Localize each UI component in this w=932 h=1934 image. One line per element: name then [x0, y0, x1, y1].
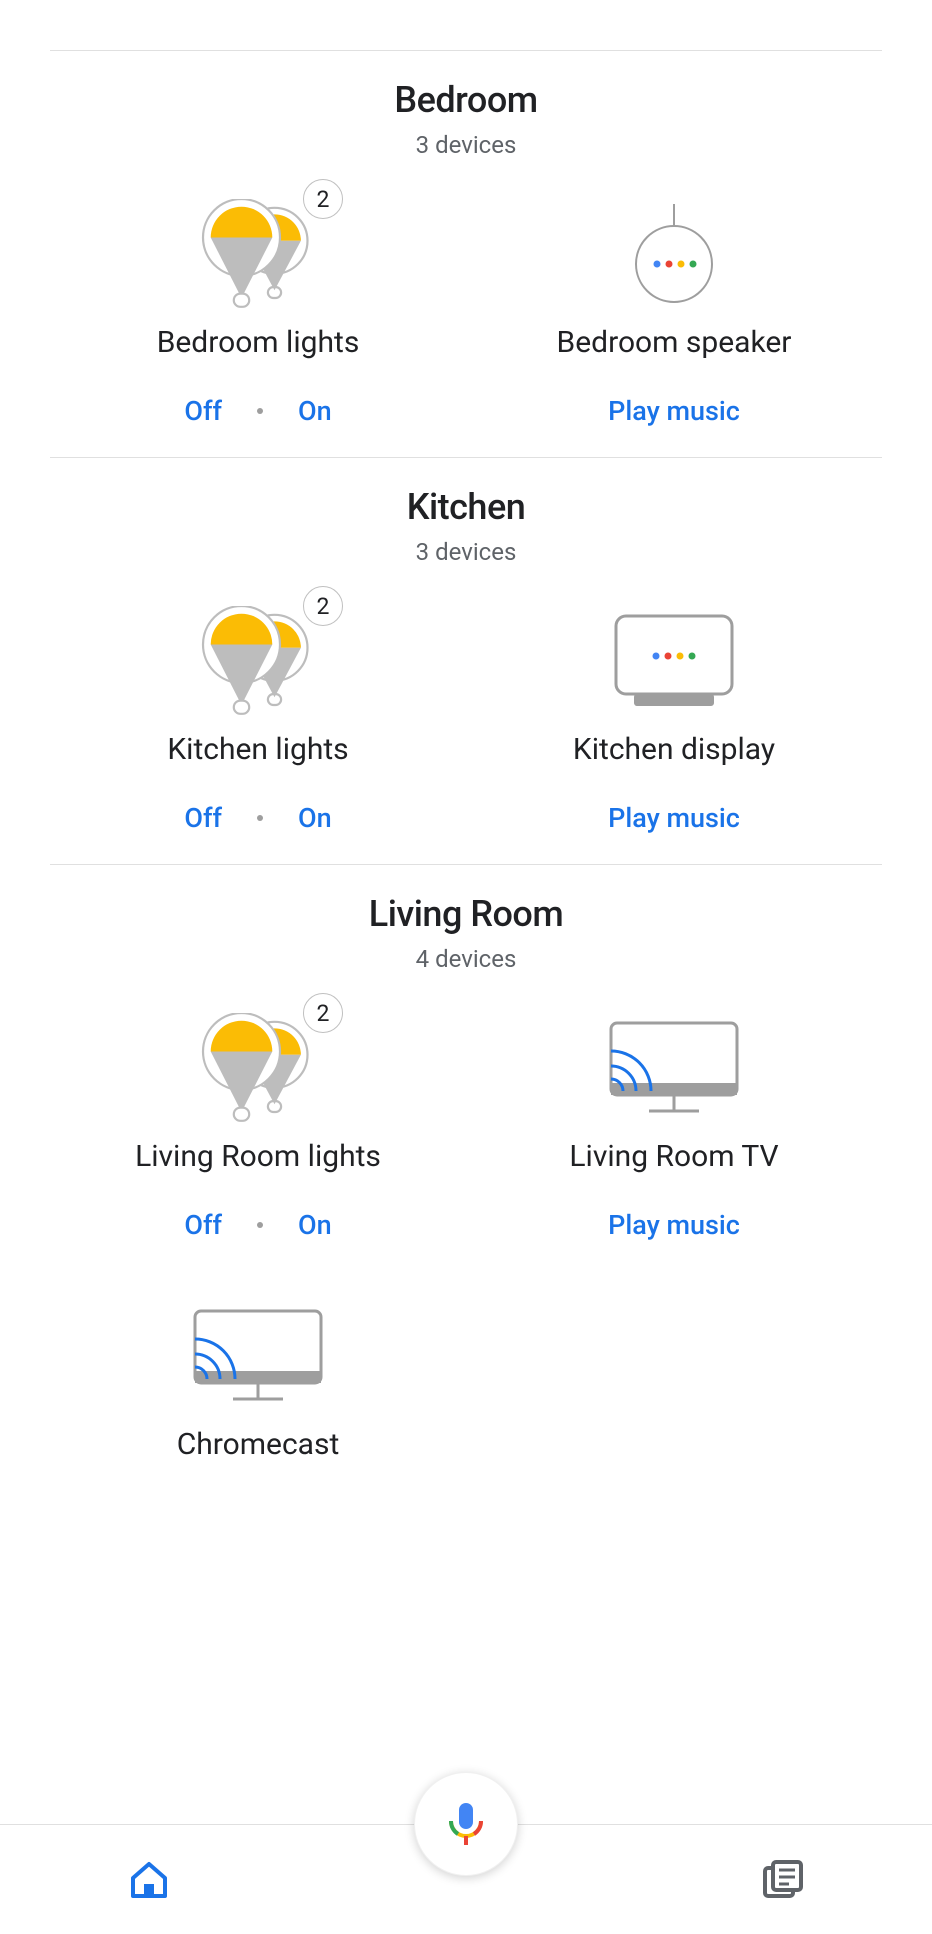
play-music-button[interactable]: Play music: [608, 395, 740, 427]
device-tile-living-room-lights[interactable]: 2 Living Room lights Off On: [50, 1003, 466, 1241]
room-subtitle: 4 devices: [50, 945, 882, 973]
bulb-group-icon: [198, 199, 318, 309]
device-name: Bedroom lights: [60, 325, 456, 360]
device-name: Kitchen lights: [60, 732, 456, 767]
cast-tv-icon: [193, 1309, 323, 1404]
room-section-kitchen: Kitchen 3 devices 2 Kitchen lights Off O…: [50, 458, 882, 864]
room-section-living-room: Living Room 4 devices 2 Living Room ligh…: [50, 865, 882, 1492]
room-title[interactable]: Bedroom: [50, 79, 882, 121]
bulb-group-icon: [198, 606, 318, 716]
feed-icon: [763, 1860, 803, 1900]
nav-home-button[interactable]: [119, 1850, 179, 1910]
device-tile-bedroom-speaker[interactable]: Bedroom speaker Play music: [466, 189, 882, 427]
on-button[interactable]: On: [263, 395, 367, 427]
room-title[interactable]: Living Room: [50, 893, 882, 935]
off-button[interactable]: Off: [149, 802, 257, 834]
nest-hub-icon: [614, 614, 734, 709]
empty-tile: [466, 1291, 882, 1462]
device-name: Chromecast: [60, 1427, 456, 1462]
google-mini-icon: [629, 199, 719, 309]
assistant-mic-button[interactable]: [414, 1772, 518, 1876]
off-button[interactable]: Off: [149, 395, 257, 427]
device-name: Bedroom speaker: [476, 325, 872, 360]
device-tile-chromecast[interactable]: Chromecast: [50, 1291, 466, 1462]
room-subtitle: 3 devices: [50, 538, 882, 566]
microphone-icon: [445, 1801, 487, 1847]
off-button[interactable]: Off: [149, 1209, 257, 1241]
home-icon: [129, 1860, 169, 1900]
device-count-badge: 2: [303, 179, 343, 219]
device-tile-kitchen-display[interactable]: Kitchen display Play music: [466, 596, 882, 834]
device-name: Kitchen display: [476, 732, 872, 767]
device-count-badge: 2: [303, 586, 343, 626]
cast-tv-icon: [609, 1021, 739, 1116]
room-subtitle: 3 devices: [50, 131, 882, 159]
device-count-badge: 2: [303, 993, 343, 1033]
room-section-bedroom: Bedroom 3 devices 2 Bedroom lights Off O…: [50, 51, 882, 457]
on-button[interactable]: On: [263, 1209, 367, 1241]
play-music-button[interactable]: Play music: [608, 802, 740, 834]
bulb-group-icon: [198, 1013, 318, 1123]
nav-feed-button[interactable]: [753, 1850, 813, 1910]
device-tile-living-room-tv[interactable]: Living Room TV Play music: [466, 1003, 882, 1241]
device-name: Living Room lights: [60, 1139, 456, 1174]
room-title[interactable]: Kitchen: [50, 486, 882, 528]
on-button[interactable]: On: [263, 802, 367, 834]
device-name: Living Room TV: [476, 1139, 872, 1174]
device-tile-bedroom-lights[interactable]: 2 Bedroom lights Off On: [50, 189, 466, 427]
device-tile-kitchen-lights[interactable]: 2 Kitchen lights Off On: [50, 596, 466, 834]
play-music-button[interactable]: Play music: [608, 1209, 740, 1241]
